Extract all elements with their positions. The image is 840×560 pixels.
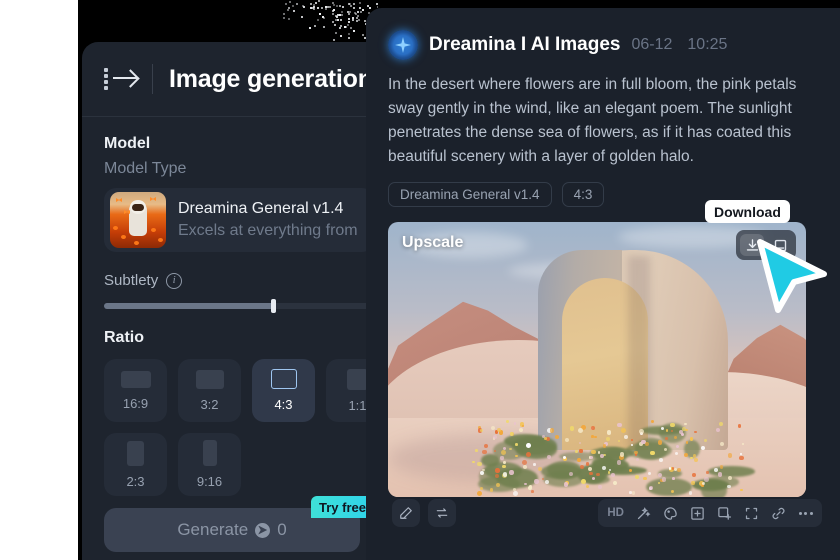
message-date: 06-12 bbox=[631, 36, 673, 53]
try-free-badge[interactable]: Try free bbox=[311, 496, 374, 518]
image-flower-bed bbox=[472, 392, 762, 497]
panel-header: Image generation bbox=[82, 42, 382, 116]
ratio-button-4-3[interactable]: 4:3 bbox=[252, 359, 315, 422]
ratio-options: 16:9 3:2 4:3 1:1 2:3 9:16 bbox=[104, 359, 382, 496]
ratio-label: 1:1 bbox=[348, 397, 367, 413]
image-tool-group: HD bbox=[598, 499, 822, 527]
credit-count: 0 bbox=[277, 520, 287, 539]
slider-thumb[interactable] bbox=[271, 299, 276, 313]
subtlety-label: Subtlety bbox=[104, 272, 159, 289]
ratio-shape-icon bbox=[120, 370, 151, 388]
generated-image-card[interactable]: Upscale bbox=[388, 222, 806, 497]
upscale-badge[interactable]: Upscale bbox=[402, 234, 463, 252]
brand-name: Dreamina I AI Images bbox=[429, 34, 621, 55]
ratio-shape-icon bbox=[347, 368, 368, 390]
ratio-button-3-2[interactable]: 3:2 bbox=[178, 359, 241, 422]
magic-wand-icon[interactable] bbox=[636, 506, 651, 521]
model-thumbnail bbox=[110, 192, 166, 248]
image-bottom-toolbar: HD bbox=[392, 498, 822, 528]
crop-frame-icon[interactable] bbox=[744, 506, 759, 521]
panel-collapse-icon[interactable] bbox=[104, 66, 138, 92]
subtlety-slider[interactable] bbox=[104, 299, 376, 313]
credit-coin-icon bbox=[255, 522, 271, 538]
dreamina-star-logo-icon bbox=[388, 30, 418, 60]
screenshot-stage: Image generation Model Model Type Dreami… bbox=[0, 0, 840, 560]
prompt-tag: Dreamina General v1.4 bbox=[388, 182, 552, 207]
link-attach-icon[interactable] bbox=[771, 506, 786, 521]
ratio-shape-icon bbox=[195, 369, 224, 389]
model-type-label: Model Type bbox=[104, 160, 187, 177]
model-description: Excels at everything from bbox=[178, 222, 358, 239]
page-title: Image generation bbox=[169, 64, 373, 93]
ratio-button-9-16[interactable]: 9:16 bbox=[178, 433, 241, 496]
model-section-title: Model bbox=[104, 135, 151, 152]
inpaint-frame-icon[interactable] bbox=[690, 506, 705, 521]
generate-label: Generate bbox=[177, 520, 249, 539]
ratio-button-2-3[interactable]: 2:3 bbox=[104, 433, 167, 496]
model-name: Dreamina General v1.4 bbox=[178, 200, 344, 217]
prompt-tag: 4:3 bbox=[561, 182, 605, 207]
panel-body: Model Model Type Dreamina General v1.4 E bbox=[82, 117, 382, 496]
ratio-label: 16:9 bbox=[122, 395, 149, 411]
ratio-shape-icon bbox=[202, 440, 217, 466]
slider-fill bbox=[104, 303, 274, 309]
expand-frame-icon[interactable] bbox=[717, 506, 732, 521]
more-options-icon[interactable] bbox=[798, 506, 813, 521]
info-icon[interactable]: i bbox=[166, 272, 183, 289]
brand-row: Dreamina I AI Images 06-12 10:25 bbox=[388, 30, 820, 60]
prompt-text: In the desert where flowers are in full … bbox=[388, 76, 797, 165]
ratio-shape-icon bbox=[270, 369, 297, 389]
regenerate-swap-icon[interactable] bbox=[428, 499, 456, 527]
ratio-label: 4:3 bbox=[274, 397, 293, 412]
ratio-button-16-9[interactable]: 16:9 bbox=[104, 359, 167, 422]
ratio-shape-icon bbox=[127, 440, 144, 466]
image-generation-panel: Image generation Model Model Type Dreami… bbox=[82, 42, 382, 560]
hd-label[interactable]: HD bbox=[607, 507, 624, 519]
ratio-label: 3:2 bbox=[200, 396, 219, 412]
download-tooltip: Download bbox=[705, 200, 790, 223]
model-card[interactable]: Dreamina General v1.4 Excels at everythi… bbox=[104, 188, 374, 252]
retouch-palette-icon[interactable] bbox=[663, 506, 678, 521]
ratio-label: 9:16 bbox=[196, 474, 223, 489]
mouse-pointer-cursor bbox=[756, 238, 828, 321]
edit-pencil-icon[interactable] bbox=[392, 499, 420, 527]
ratio-section-title: Ratio bbox=[104, 329, 144, 346]
generate-area: Generate 0 Try free bbox=[104, 496, 374, 552]
ratio-label: 2:3 bbox=[126, 473, 145, 489]
header-divider bbox=[152, 64, 153, 94]
subtlety-label-row: Subtlety i bbox=[104, 272, 382, 289]
message-time: 10:25 bbox=[687, 36, 728, 53]
